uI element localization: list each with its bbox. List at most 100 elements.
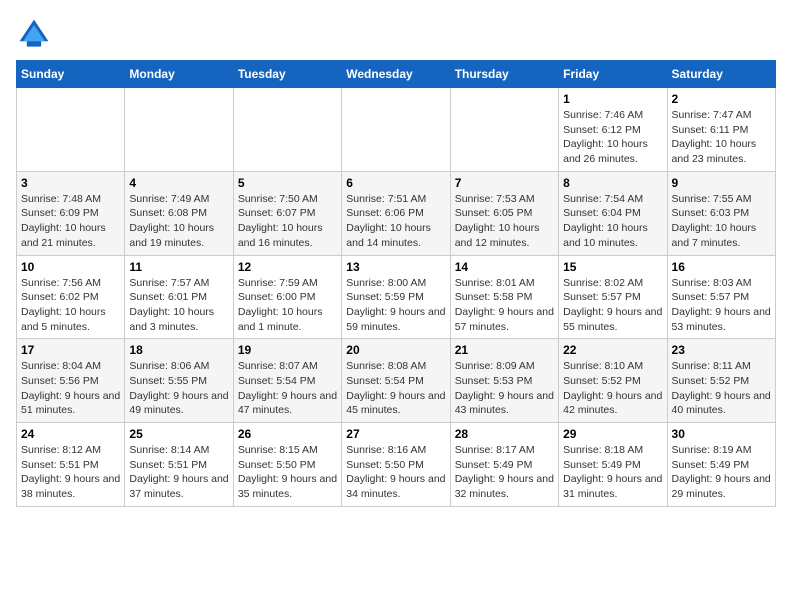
day-info: Sunrise: 8:10 AMSunset: 5:52 PMDaylight:… [563, 359, 662, 418]
day-number: 11 [129, 260, 228, 274]
day-number: 5 [238, 176, 337, 190]
day-cell: 1 Sunrise: 7:46 AMSunset: 6:12 PMDaylight… [559, 88, 667, 172]
day-info: Sunrise: 7:49 AMSunset: 6:08 PMDaylight:… [129, 192, 228, 251]
day-info: Sunrise: 8:04 AMSunset: 5:56 PMDaylight:… [21, 359, 120, 418]
day-number: 7 [455, 176, 554, 190]
day-number: 12 [238, 260, 337, 274]
day-cell: 21 Sunrise: 8:09 AMSunset: 5:53 PMDayligh… [450, 339, 558, 423]
day-cell: 12 Sunrise: 7:59 AMSunset: 6:00 PMDayligh… [233, 255, 341, 339]
day-info: Sunrise: 8:06 AMSunset: 5:55 PMDaylight:… [129, 359, 228, 418]
day-info: Sunrise: 7:55 AMSunset: 6:03 PMDaylight:… [672, 192, 771, 251]
day-number: 10 [21, 260, 120, 274]
day-number: 26 [238, 427, 337, 441]
day-cell: 24 Sunrise: 8:12 AMSunset: 5:51 PMDayligh… [17, 423, 125, 507]
day-info: Sunrise: 8:15 AMSunset: 5:50 PMDaylight:… [238, 443, 337, 502]
day-number: 13 [346, 260, 445, 274]
weekday-header-friday: Friday [559, 61, 667, 88]
day-info: Sunrise: 7:59 AMSunset: 6:00 PMDaylight:… [238, 276, 337, 335]
day-info: Sunrise: 8:12 AMSunset: 5:51 PMDaylight:… [21, 443, 120, 502]
day-cell [125, 88, 233, 172]
day-info: Sunrise: 7:53 AMSunset: 6:05 PMDaylight:… [455, 192, 554, 251]
day-info: Sunrise: 8:07 AMSunset: 5:54 PMDaylight:… [238, 359, 337, 418]
day-cell: 11 Sunrise: 7:57 AMSunset: 6:01 PMDayligh… [125, 255, 233, 339]
day-info: Sunrise: 7:50 AMSunset: 6:07 PMDaylight:… [238, 192, 337, 251]
day-info: Sunrise: 7:47 AMSunset: 6:11 PMDaylight:… [672, 108, 771, 167]
day-cell: 3 Sunrise: 7:48 AMSunset: 6:09 PMDaylight… [17, 171, 125, 255]
day-number: 24 [21, 427, 120, 441]
day-info: Sunrise: 7:48 AMSunset: 6:09 PMDaylight:… [21, 192, 120, 251]
day-cell: 18 Sunrise: 8:06 AMSunset: 5:55 PMDayligh… [125, 339, 233, 423]
day-cell: 26 Sunrise: 8:15 AMSunset: 5:50 PMDayligh… [233, 423, 341, 507]
day-cell: 16Sunrise: 8:03 AMSunset: 5:57 PMDayligh… [667, 255, 775, 339]
day-info: Sunrise: 8:17 AMSunset: 5:49 PMDaylight:… [455, 443, 554, 502]
day-number: 19 [238, 343, 337, 357]
day-number: 29 [563, 427, 662, 441]
day-number: 22 [563, 343, 662, 357]
day-number: 6 [346, 176, 445, 190]
day-cell: 2 Sunrise: 7:47 AMSunset: 6:11 PMDaylight… [667, 88, 775, 172]
day-info: Sunrise: 8:02 AMSunset: 5:57 PMDaylight:… [563, 276, 662, 335]
day-cell: 13 Sunrise: 8:00 AMSunset: 5:59 PMDayligh… [342, 255, 450, 339]
day-info: Sunrise: 8:08 AMSunset: 5:54 PMDaylight:… [346, 359, 445, 418]
day-number: 8 [563, 176, 662, 190]
day-number: 21 [455, 343, 554, 357]
day-cell: 14Sunrise: 8:01 AMSunset: 5:58 PMDayligh… [450, 255, 558, 339]
day-number: 3 [21, 176, 120, 190]
day-cell: 15 Sunrise: 8:02 AMSunset: 5:57 PMDayligh… [559, 255, 667, 339]
day-cell: 8 Sunrise: 7:54 AMSunset: 6:04 PMDaylight… [559, 171, 667, 255]
day-cell: 20Sunrise: 8:08 AMSunset: 5:54 PMDayligh… [342, 339, 450, 423]
day-cell: 5 Sunrise: 7:50 AMSunset: 6:07 PMDaylight… [233, 171, 341, 255]
week-row-1: 1 Sunrise: 7:46 AMSunset: 6:12 PMDaylight… [17, 88, 776, 172]
week-row-4: 17 Sunrise: 8:04 AMSunset: 5:56 PMDayligh… [17, 339, 776, 423]
week-row-5: 24 Sunrise: 8:12 AMSunset: 5:51 PMDayligh… [17, 423, 776, 507]
day-info: Sunrise: 7:56 AMSunset: 6:02 PMDaylight:… [21, 276, 120, 335]
day-info: Sunrise: 8:16 AMSunset: 5:50 PMDaylight:… [346, 443, 445, 502]
day-number: 18 [129, 343, 228, 357]
day-info: Sunrise: 8:14 AMSunset: 5:51 PMDaylight:… [129, 443, 228, 502]
day-number: 28 [455, 427, 554, 441]
day-cell: 30Sunrise: 8:19 AMSunset: 5:49 PMDayligh… [667, 423, 775, 507]
weekday-header-saturday: Saturday [667, 61, 775, 88]
day-cell: 9Sunrise: 7:55 AMSunset: 6:03 PMDaylight… [667, 171, 775, 255]
day-info: Sunrise: 7:54 AMSunset: 6:04 PMDaylight:… [563, 192, 662, 251]
calendar-table: SundayMondayTuesdayWednesdayThursdayFrid… [16, 60, 776, 507]
day-cell: 29 Sunrise: 8:18 AMSunset: 5:49 PMDayligh… [559, 423, 667, 507]
day-info: Sunrise: 7:57 AMSunset: 6:01 PMDaylight:… [129, 276, 228, 335]
day-cell: 19 Sunrise: 8:07 AMSunset: 5:54 PMDayligh… [233, 339, 341, 423]
day-info: Sunrise: 7:51 AMSunset: 6:06 PMDaylight:… [346, 192, 445, 251]
day-number: 15 [563, 260, 662, 274]
week-row-3: 10 Sunrise: 7:56 AMSunset: 6:02 PMDayligh… [17, 255, 776, 339]
day-info: Sunrise: 8:19 AMSunset: 5:49 PMDaylight:… [672, 443, 771, 502]
day-number: 17 [21, 343, 120, 357]
day-number: 25 [129, 427, 228, 441]
day-number: 16 [672, 260, 771, 274]
day-cell: 28 Sunrise: 8:17 AMSunset: 5:49 PMDayligh… [450, 423, 558, 507]
day-cell: 27 Sunrise: 8:16 AMSunset: 5:50 PMDayligh… [342, 423, 450, 507]
day-info: Sunrise: 8:11 AMSunset: 5:52 PMDaylight:… [672, 359, 771, 418]
weekday-header-row: SundayMondayTuesdayWednesdayThursdayFrid… [17, 61, 776, 88]
weekday-header-tuesday: Tuesday [233, 61, 341, 88]
day-info: Sunrise: 7:46 AMSunset: 6:12 PMDaylight:… [563, 108, 662, 167]
logo [16, 16, 56, 52]
logo-icon [16, 16, 52, 52]
day-info: Sunrise: 8:18 AMSunset: 5:49 PMDaylight:… [563, 443, 662, 502]
day-cell [233, 88, 341, 172]
week-row-2: 3 Sunrise: 7:48 AMSunset: 6:09 PMDaylight… [17, 171, 776, 255]
weekday-header-monday: Monday [125, 61, 233, 88]
day-cell: 6 Sunrise: 7:51 AMSunset: 6:06 PMDaylight… [342, 171, 450, 255]
day-info: Sunrise: 8:00 AMSunset: 5:59 PMDaylight:… [346, 276, 445, 335]
day-cell [450, 88, 558, 172]
day-cell: 4Sunrise: 7:49 AMSunset: 6:08 PMDaylight… [125, 171, 233, 255]
weekday-header-wednesday: Wednesday [342, 61, 450, 88]
day-info: Sunrise: 8:01 AMSunset: 5:58 PMDaylight:… [455, 276, 554, 335]
day-number: 23 [672, 343, 771, 357]
day-number: 27 [346, 427, 445, 441]
day-cell: 10 Sunrise: 7:56 AMSunset: 6:02 PMDayligh… [17, 255, 125, 339]
day-cell: 25 Sunrise: 8:14 AMSunset: 5:51 PMDayligh… [125, 423, 233, 507]
day-number: 1 [563, 92, 662, 106]
day-info: Sunrise: 8:09 AMSunset: 5:53 PMDaylight:… [455, 359, 554, 418]
day-cell [17, 88, 125, 172]
day-number: 2 [672, 92, 771, 106]
day-cell: 17 Sunrise: 8:04 AMSunset: 5:56 PMDayligh… [17, 339, 125, 423]
day-cell [342, 88, 450, 172]
